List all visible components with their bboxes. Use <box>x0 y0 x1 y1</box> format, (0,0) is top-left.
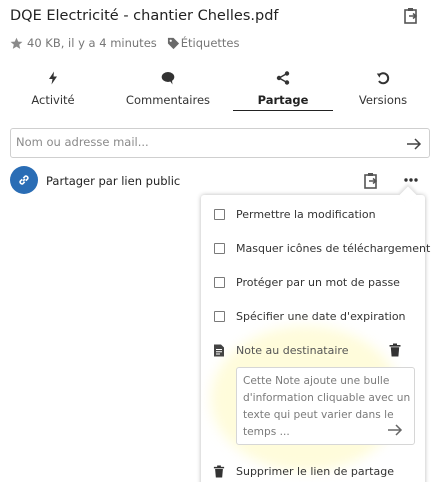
document-icon <box>214 344 224 357</box>
allow-edit-option[interactable]: Permettre la modification <box>201 200 425 230</box>
checkbox[interactable] <box>214 311 225 322</box>
tab-sharing[interactable]: Partage <box>233 62 333 111</box>
option-label: Protéger par un mot de passe <box>236 276 400 289</box>
tab-activity[interactable]: Activité <box>20 62 86 112</box>
share-icon <box>276 71 290 85</box>
star-icon[interactable] <box>10 37 23 50</box>
tab-label: Versions <box>358 93 408 107</box>
arrow-right-icon[interactable] <box>387 422 403 438</box>
sidebar-tabs: Activité Commentaires Partage Versions <box>0 62 437 112</box>
tag-icon <box>167 37 179 49</box>
checkbox[interactable] <box>214 209 225 220</box>
tab-comments[interactable]: Commentaires <box>120 62 216 112</box>
hide-download-option[interactable]: Masquer icônes de téléchargement <box>201 234 430 264</box>
option-label: Masquer icônes de téléchargement <box>236 242 431 255</box>
tab-label: Commentaires <box>125 93 211 107</box>
option-label: Spécifier une date d'expiration <box>236 310 406 323</box>
file-title: DQE Electricité - chantier Chelles.pdf <box>10 8 279 24</box>
public-link-label[interactable]: Partager par lien public <box>46 174 180 188</box>
tab-label: Activité <box>31 93 75 107</box>
tab-versions[interactable]: Versions <box>348 62 418 112</box>
checkbox[interactable] <box>214 243 225 254</box>
tags-link[interactable]: Étiquettes <box>181 36 240 50</box>
checkbox[interactable] <box>214 277 225 288</box>
option-label: Permettre la modification <box>236 208 376 221</box>
arrow-right-icon[interactable] <box>406 136 422 152</box>
lightning-icon <box>49 71 57 85</box>
share-options-menu: Permettre la modification Masquer icônes… <box>201 186 430 482</box>
clipboard-icon[interactable] <box>363 172 379 190</box>
link-avatar <box>10 166 38 194</box>
option-label: Note au destinataire <box>236 344 349 357</box>
history-icon <box>376 72 390 85</box>
note-textarea[interactable]: Cette Note ajoute une bulle d'informatio… <box>236 367 415 445</box>
trash-icon[interactable] <box>389 343 401 357</box>
more-options-icon[interactable] <box>403 176 419 184</box>
share-search-input[interactable] <box>16 135 396 149</box>
clipboard-icon[interactable] <box>403 7 419 25</box>
trash-icon <box>213 465 225 478</box>
note-text: Cette Note ajoute une bulle d'informatio… <box>243 375 411 438</box>
option-label: Supprimer le lien de partage <box>236 465 394 478</box>
file-meta: 40 KB, il y a 4 minutes Étiquettes <box>10 36 239 50</box>
tab-label: Partage <box>257 93 309 107</box>
link-icon <box>19 175 29 185</box>
public-link-row: Partager par lien public <box>10 166 430 196</box>
password-protect-option[interactable]: Protéger par un mot de passe <box>201 268 425 298</box>
file-size-and-time: 40 KB, il y a 4 minutes <box>27 36 157 50</box>
comment-icon <box>161 72 175 85</box>
note-to-recipient-option[interactable]: Note au destinataire <box>201 336 425 366</box>
share-search-field <box>10 128 430 158</box>
delete-share-link-option[interactable]: Supprimer le lien de partage <box>201 457 425 482</box>
